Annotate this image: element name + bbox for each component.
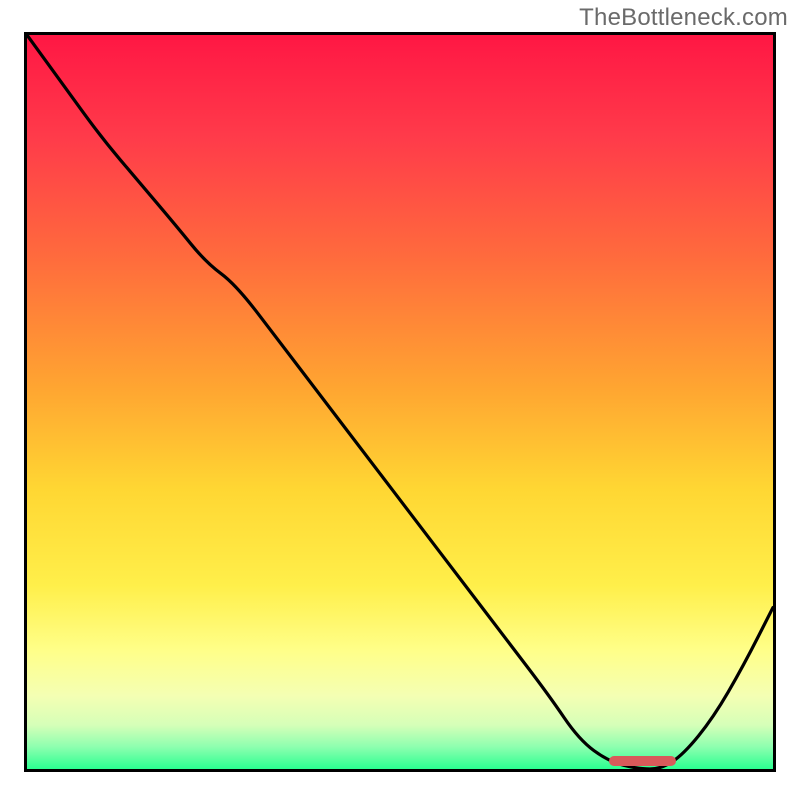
watermark-text: TheBottleneck.com <box>579 4 788 32</box>
chart-frame <box>24 32 776 772</box>
optimal-range-marker <box>609 756 676 766</box>
bottleneck-curve <box>27 35 773 769</box>
chart-stage: TheBottleneck.com <box>0 0 800 800</box>
